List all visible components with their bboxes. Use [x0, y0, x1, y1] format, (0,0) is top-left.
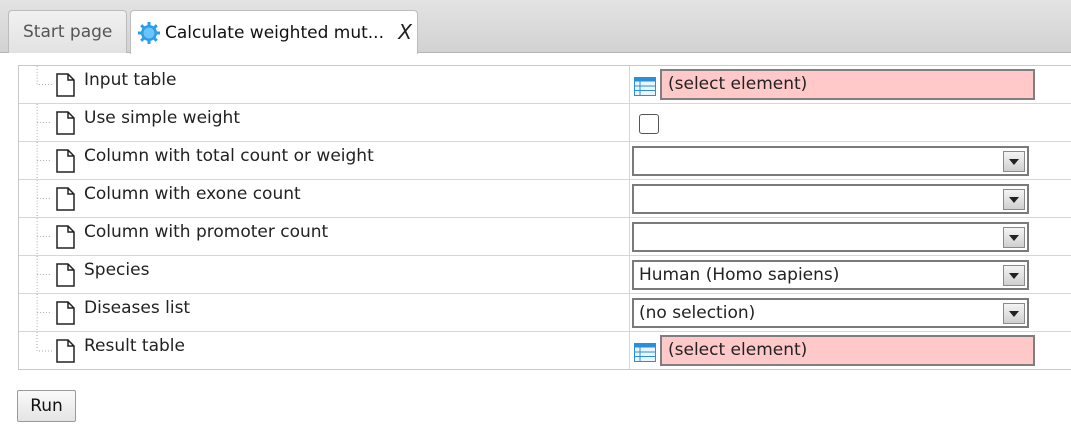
property-label: Species: [84, 260, 150, 280]
property-row-promoter-count-column: Column with promoter count: [19, 218, 1071, 256]
result-table-selector[interactable]: (select element): [660, 335, 1035, 366]
property-grid: Input table (select element) Use simple …: [18, 65, 1071, 370]
tab-bar: Start page Calculate weighted mut... X: [0, 0, 1071, 54]
tree-connector-icon: [36, 142, 52, 179]
property-row-exone-count-column: Column with exone count: [19, 180, 1071, 218]
close-tab-button[interactable]: X: [398, 20, 412, 44]
property-label: Input table: [84, 70, 177, 90]
property-row-diseases-list: Diseases list (no selection): [19, 294, 1071, 332]
species-dropdown[interactable]: Human (Homo sapiens): [632, 260, 1029, 290]
chevron-down-icon[interactable]: [1003, 151, 1025, 172]
table-icon: [634, 77, 656, 96]
property-label: Diseases list: [84, 298, 191, 318]
tree-connector-icon: [36, 104, 52, 141]
property-label: Column with promoter count: [84, 222, 329, 242]
document-icon: [56, 149, 75, 173]
tree-connector-icon: [36, 66, 52, 85]
tab-calculate-weighted-mutations[interactable]: Calculate weighted mut... X: [130, 10, 418, 54]
chevron-down-icon[interactable]: [1003, 227, 1025, 248]
tree-connector-icon: [36, 294, 52, 331]
promoter-count-column-dropdown[interactable]: [632, 222, 1029, 252]
property-row-use-simple-weight: Use simple weight: [19, 104, 1071, 142]
table-icon: [634, 343, 656, 362]
chevron-down-icon[interactable]: [1003, 303, 1025, 324]
tab-start-page[interactable]: Start page: [8, 10, 127, 53]
chevron-down-icon[interactable]: [1003, 189, 1025, 210]
input-table-selector[interactable]: (select element): [660, 69, 1035, 100]
property-row-total-count-column: Column with total count or weight: [19, 142, 1071, 180]
document-icon: [56, 111, 75, 135]
document-icon: [56, 339, 75, 363]
run-button[interactable]: Run: [17, 390, 76, 422]
tree-connector-icon: [36, 180, 52, 217]
property-label: Use simple weight: [84, 108, 240, 128]
property-row-result-table: Result table (select element): [19, 332, 1071, 370]
property-label: Result table: [84, 336, 185, 356]
document-icon: [56, 263, 75, 287]
property-row-input-table: Input table (select element): [19, 66, 1071, 104]
document-icon: [56, 187, 75, 211]
tab-start-page-label: Start page: [23, 22, 113, 42]
document-icon: [56, 225, 75, 249]
property-label: Column with exone count: [84, 184, 301, 204]
tree-connector-icon: [36, 256, 52, 293]
document-icon: [56, 301, 75, 325]
exone-count-column-dropdown[interactable]: [632, 184, 1029, 214]
chevron-down-icon[interactable]: [1003, 265, 1025, 286]
gear-icon: [138, 21, 160, 44]
document-icon: [56, 73, 75, 97]
tree-connector-icon: [36, 332, 52, 352]
use-simple-weight-checkbox[interactable]: [639, 114, 659, 134]
dropdown-value: (no selection): [639, 303, 756, 323]
property-label: Column with total count or weight: [84, 146, 374, 166]
property-row-species: Species Human (Homo sapiens): [19, 256, 1071, 294]
diseases-list-dropdown[interactable]: (no selection): [632, 298, 1029, 328]
dropdown-value: Human (Homo sapiens): [639, 265, 840, 285]
tab-calculate-label: Calculate weighted mut...: [165, 22, 384, 43]
tree-connector-icon: [36, 218, 52, 255]
total-count-column-dropdown[interactable]: [632, 146, 1029, 176]
